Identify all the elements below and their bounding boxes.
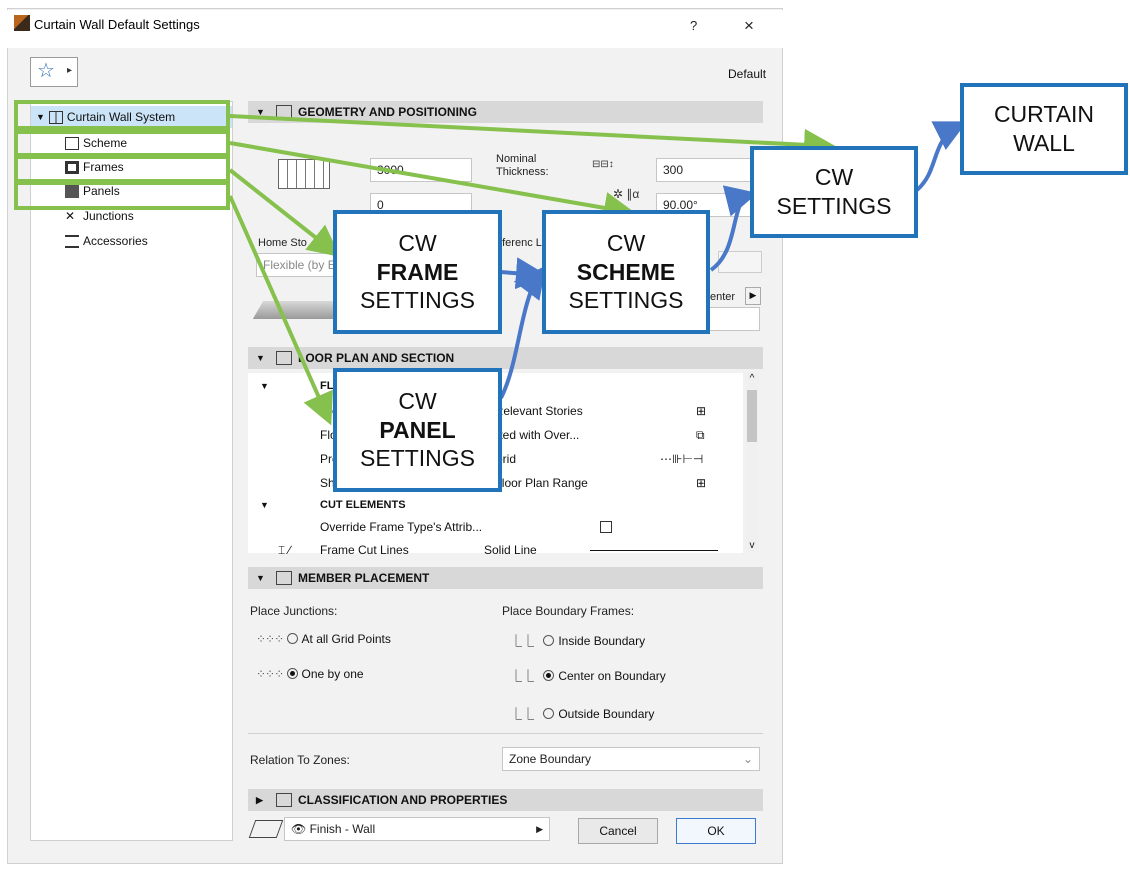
callout-line: CW xyxy=(814,164,854,191)
callout-cw-frame-settings: CW FRAME SETTINGS xyxy=(333,210,502,334)
callout-cw-panel-settings: CW PANEL SETTINGS xyxy=(333,368,502,492)
callout-cw-settings: CW SETTINGS xyxy=(750,146,918,238)
callout-cw-scheme-settings: CW SCHEME SETTINGS xyxy=(542,210,710,334)
callout-line: CURTAIN xyxy=(993,101,1095,128)
callout-line: CW xyxy=(398,229,437,256)
arrow-frame-to-scheme xyxy=(499,257,548,290)
callout-line: PANEL xyxy=(379,416,456,443)
arrow-frames-to-frame-settings xyxy=(228,168,341,257)
callout-line: CW xyxy=(398,387,437,414)
arrow-settings-to-curtain-wall xyxy=(915,121,968,192)
arrow-panels-to-panel-settings xyxy=(228,195,333,426)
callout-curtain-wall: CURTAIN WALL xyxy=(960,83,1128,175)
arrow-scheme-to-settings xyxy=(709,185,758,272)
arrow-panel-to-scheme xyxy=(499,265,546,399)
callout-line: SCHEME xyxy=(576,258,676,285)
callout-line: SETTINGS xyxy=(776,193,892,219)
callout-line: SETTINGS xyxy=(568,287,684,314)
callout-line: WALL xyxy=(1013,130,1075,156)
callout-line: SETTINGS xyxy=(359,287,475,314)
arrow-system-to-settings xyxy=(229,114,836,161)
callout-line: FRAME xyxy=(376,258,459,285)
arrow-scheme-to-scheme-settings xyxy=(229,141,636,224)
callout-line: CW xyxy=(606,229,646,256)
callout-line: SETTINGS xyxy=(359,445,475,472)
